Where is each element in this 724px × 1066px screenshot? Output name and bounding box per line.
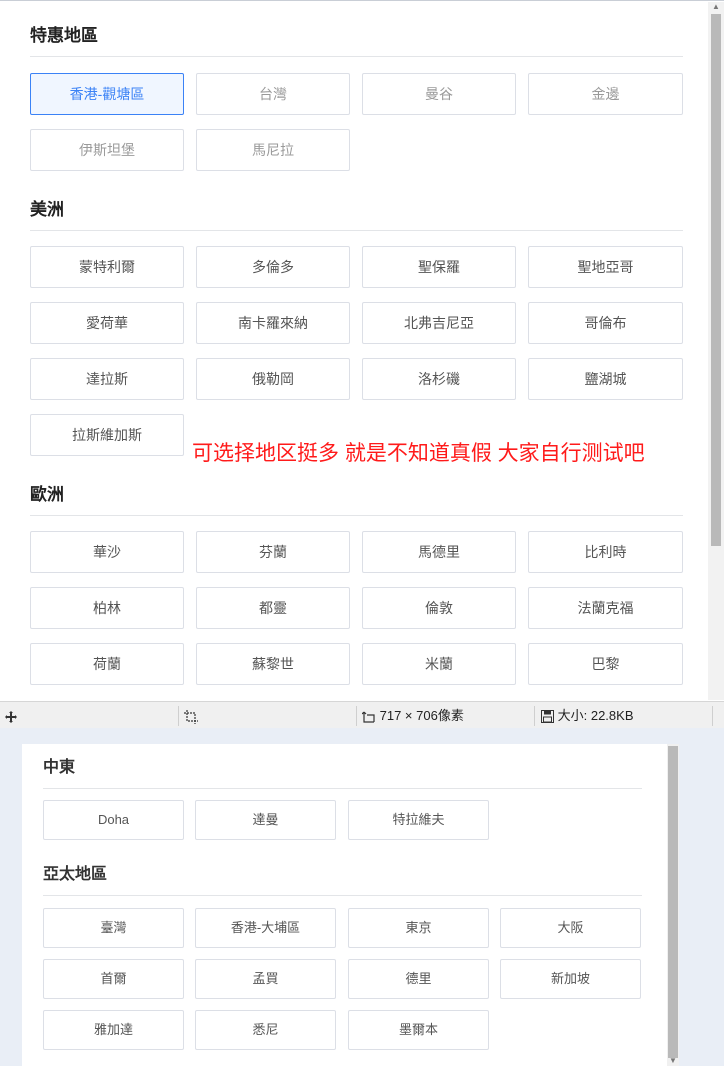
region-button[interactable]: 孟買: [195, 959, 336, 999]
section-europe: 歐洲: [30, 483, 683, 516]
region-button[interactable]: 特拉維夫: [348, 800, 489, 840]
region-button[interactable]: 荷蘭: [30, 643, 184, 685]
scroll-down-icon[interactable]: ▼: [667, 1056, 679, 1066]
region-button-taiwan[interactable]: 台灣: [196, 73, 350, 115]
scroll-up-icon[interactable]: ▲: [711, 2, 721, 12]
move-icon[interactable]: [5, 702, 17, 728]
region-list-top: 特惠地區 香港-觀塘區 台灣 曼谷 金邊 伊斯坦堡 馬尼拉 美洲 蒙特利爾 多倫…: [6, 2, 708, 700]
region-button[interactable]: 東京: [348, 908, 489, 948]
divider: [30, 230, 683, 231]
vertical-scrollbar[interactable]: ▲: [708, 2, 724, 700]
region-button[interactable]: 倫敦: [362, 587, 516, 629]
divider: [534, 706, 535, 726]
region-button[interactable]: 柏林: [30, 587, 184, 629]
dimensions-text: 717 × 706像素: [379, 708, 464, 723]
region-button[interactable]: 拉斯維加斯: [30, 414, 184, 456]
region-button[interactable]: 哥倫布: [528, 302, 683, 344]
region-button[interactable]: 馬德里: [362, 531, 516, 573]
region-button[interactable]: 臺灣: [43, 908, 184, 948]
region-button-bangkok[interactable]: 曼谷: [362, 73, 516, 115]
region-button[interactable]: 北弗吉尼亞: [362, 302, 516, 344]
region-button[interactable]: 達拉斯: [30, 358, 184, 400]
resize-icon: [362, 711, 375, 723]
divider: [712, 706, 713, 726]
crop-icon[interactable]: [184, 702, 198, 728]
section-special: 特惠地區: [30, 24, 683, 57]
vertical-scrollbar[interactable]: ▼: [667, 744, 679, 1066]
image-dimensions: 717 × 706像素: [362, 702, 464, 728]
region-window-top: 特惠地區 香港-觀塘區 台灣 曼谷 金邊 伊斯坦堡 馬尼拉 美洲 蒙特利爾 多倫…: [0, 0, 724, 728]
region-button[interactable]: 香港-大埔區: [195, 908, 336, 948]
region-button[interactable]: 首爾: [43, 959, 184, 999]
region-button[interactable]: 墨爾本: [348, 1010, 489, 1050]
region-button-istanbul[interactable]: 伊斯坦堡: [30, 129, 184, 171]
divider: [30, 56, 683, 57]
region-button[interactable]: 芬蘭: [196, 531, 350, 573]
region-button-manila[interactable]: 馬尼拉: [196, 129, 350, 171]
region-button[interactable]: 新加坡: [500, 959, 641, 999]
section-title: 中東: [43, 759, 76, 776]
region-button[interactable]: 達曼: [195, 800, 336, 840]
region-button[interactable]: 大阪: [500, 908, 641, 948]
region-button[interactable]: 聖地亞哥: [528, 246, 683, 288]
region-button[interactable]: 雅加達: [43, 1010, 184, 1050]
section-title: 特惠地區: [30, 26, 98, 45]
region-button[interactable]: 俄勒岡: [196, 358, 350, 400]
divider: [30, 515, 683, 516]
file-size: 大小: 22.8KB: [541, 702, 634, 728]
region-button[interactable]: 洛杉磯: [362, 358, 516, 400]
region-button[interactable]: 法蘭克福: [528, 587, 683, 629]
region-button[interactable]: 蘇黎世: [196, 643, 350, 685]
region-button[interactable]: 蒙特利爾: [30, 246, 184, 288]
region-button[interactable]: 米蘭: [362, 643, 516, 685]
divider: [43, 895, 642, 896]
region-button-hk-kwuntong[interactable]: 香港-觀塘區: [30, 73, 184, 115]
divider: [356, 706, 357, 726]
divider: [43, 788, 642, 789]
region-button-phnompenh[interactable]: 金邊: [528, 73, 683, 115]
region-button[interactable]: 悉尼: [195, 1010, 336, 1050]
status-bar: 717 × 706像素 大小: 22.8KB: [0, 701, 724, 728]
region-button[interactable]: 南卡羅來納: [196, 302, 350, 344]
save-icon: [541, 710, 554, 724]
section-title: 美洲: [30, 200, 64, 219]
section-americas: 美洲: [30, 198, 683, 231]
region-button[interactable]: 巴黎: [528, 643, 683, 685]
region-button[interactable]: 聖保羅: [362, 246, 516, 288]
region-button[interactable]: 都靈: [196, 587, 350, 629]
region-button[interactable]: 華沙: [30, 531, 184, 573]
section-middle-east: 中東: [43, 756, 642, 789]
section-title: 歐洲: [30, 485, 64, 504]
section-asia-pacific: 亞太地區: [43, 863, 642, 896]
annotation-text: 可选择地区挺多 就是不知道真假 大家自行测试吧: [192, 442, 645, 465]
region-button[interactable]: Doha: [43, 800, 184, 840]
region-button[interactable]: 德里: [348, 959, 489, 999]
region-button[interactable]: 鹽湖城: [528, 358, 683, 400]
scrollbar-thumb[interactable]: [711, 14, 721, 546]
scrollbar-thumb[interactable]: [668, 746, 678, 1058]
divider: [178, 706, 179, 726]
region-button[interactable]: 愛荷華: [30, 302, 184, 344]
region-button[interactable]: 多倫多: [196, 246, 350, 288]
size-text: 大小: 22.8KB: [557, 708, 634, 723]
section-title: 亞太地區: [43, 866, 108, 883]
region-window-bottom: 中東 Doha 達曼 特拉維夫 亞太地區 臺灣 香港-大埔區 東京 大阪 首爾 …: [22, 744, 667, 1066]
region-button[interactable]: 比利時: [528, 531, 683, 573]
